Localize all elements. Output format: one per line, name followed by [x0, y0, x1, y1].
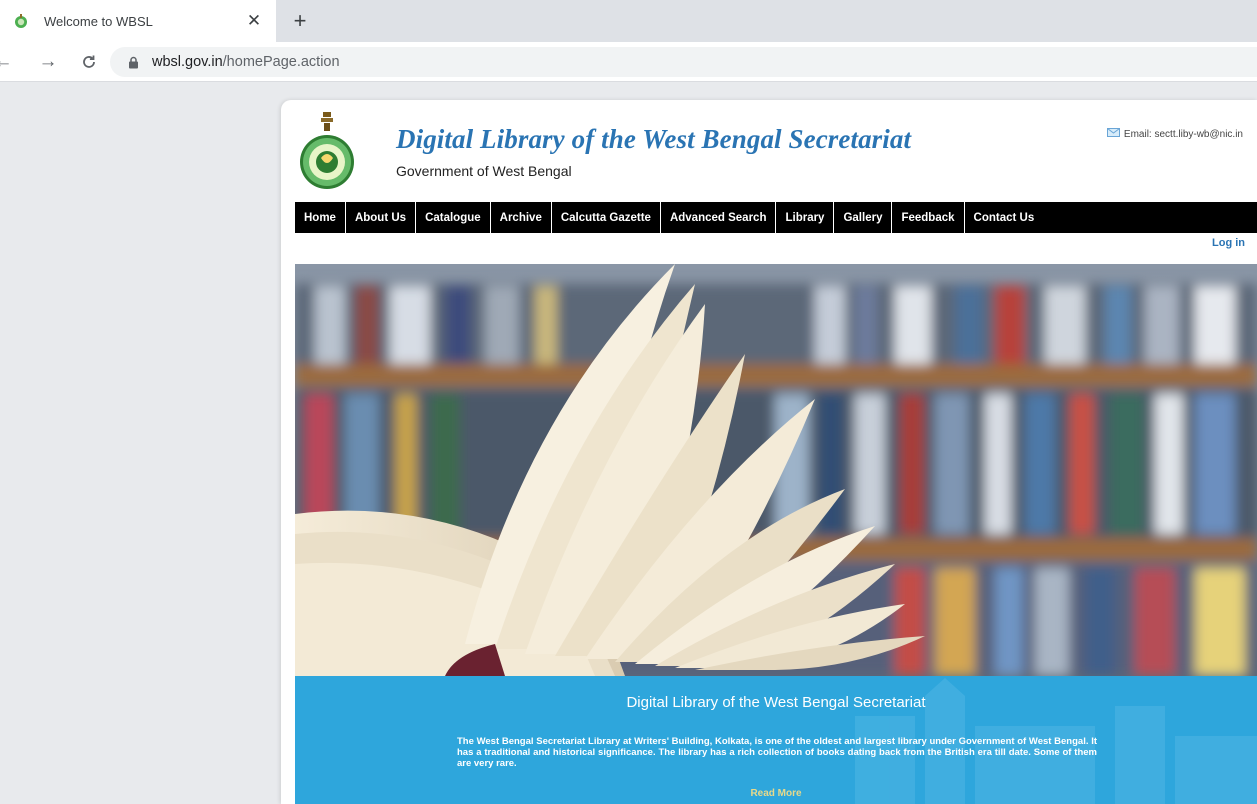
nav-catalogue[interactable]: Catalogue: [416, 202, 491, 233]
intro-title: Digital Library of the West Bengal Secre…: [626, 694, 926, 711]
email-text: Email: sectt.liby-wb@nic.in: [1123, 128, 1243, 140]
login-link[interactable]: Log in: [1212, 237, 1245, 249]
nav-library[interactable]: Library: [776, 202, 835, 233]
email-contact[interactable]: Email: sectt.liby-wb@nic.in: [1106, 128, 1243, 140]
browser-tab[interactable]: Welcome to WBSL ✕: [0, 0, 276, 42]
nav-feedback[interactable]: Feedback: [892, 202, 965, 233]
reload-icon[interactable]: [76, 49, 102, 75]
site-container: Digital Library of the West Bengal Secre…: [281, 100, 1257, 804]
address-bar[interactable]: wbsl.gov.in/homePage.action: [110, 47, 1257, 77]
west-bengal-emblem-icon: [297, 108, 357, 194]
tab-strip: Welcome to WBSL ✕ +: [0, 0, 1257, 42]
back-icon[interactable]: ←: [0, 49, 16, 75]
nav-about-us[interactable]: About Us: [346, 202, 417, 233]
site-title: Digital Library of the West Bengal Secre…: [396, 124, 912, 154]
url-path: /homePage.action: [222, 54, 340, 70]
main-nav: Home About Us Catalogue Archive Calcutta…: [295, 202, 1257, 233]
nav-gallery[interactable]: Gallery: [834, 202, 893, 233]
nav-contact-us[interactable]: Contact Us: [965, 202, 1044, 233]
mail-icon: [1106, 128, 1120, 140]
lock-icon[interactable]: [126, 55, 140, 69]
nav-home[interactable]: Home: [295, 202, 346, 233]
page-viewport: Digital Library of the West Bengal Secre…: [0, 82, 1257, 804]
tab-title: Welcome to WBSL: [44, 13, 153, 29]
site-subtitle: Government of West Bengal: [396, 163, 572, 179]
intro-section: Digital Library of the West Bengal Secre…: [295, 676, 1257, 804]
read-more-link[interactable]: Read More: [295, 788, 1257, 799]
nav-archive[interactable]: Archive: [491, 202, 552, 233]
url-host: wbsl.gov.in: [152, 54, 223, 70]
new-tab-icon[interactable]: +: [286, 7, 314, 35]
wbsl-favicon-icon: [12, 12, 30, 30]
url-text: wbsl.gov.in/homePage.action: [152, 54, 340, 70]
nav-advanced-search[interactable]: Advanced Search: [661, 202, 777, 233]
site-header: Digital Library of the West Bengal Secre…: [281, 100, 1257, 204]
close-tab-icon[interactable]: ✕: [240, 7, 268, 35]
intro-text: The West Bengal Secretariat Library at W…: [457, 736, 1097, 769]
nav-calcutta-gazette[interactable]: Calcutta Gazette: [552, 202, 661, 233]
forward-icon[interactable]: →: [35, 49, 61, 75]
hero-banner-image: [295, 264, 1257, 676]
browser-toolbar: ← → wbsl.gov.in/homePage.action: [0, 42, 1257, 82]
